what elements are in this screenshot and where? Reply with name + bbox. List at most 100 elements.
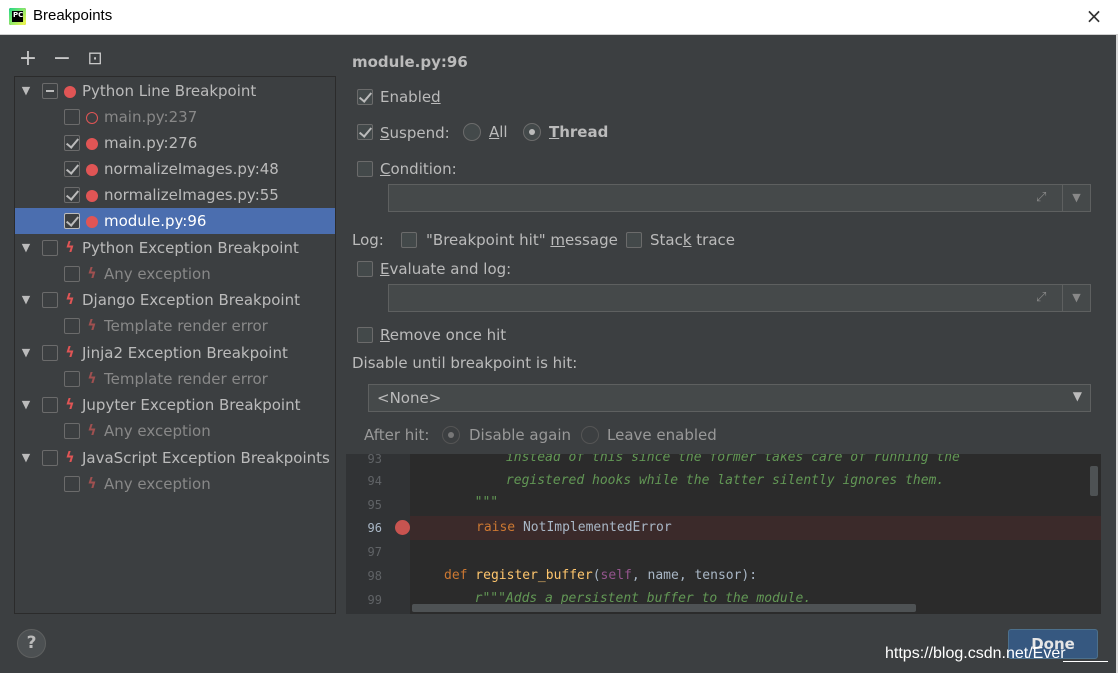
tree-item[interactable]: ϟ Any exception	[15, 471, 335, 497]
group-label: JavaScript Exception Breakpoints	[82, 449, 330, 467]
expand-editor-icon[interactable]: ⤢	[1036, 290, 1052, 306]
suspend-thread-label[interactable]: Thread	[549, 123, 608, 141]
suspend-checkbox[interactable]	[357, 124, 373, 140]
group-by-file-icon[interactable]: ⊡	[83, 47, 107, 71]
evaluate-log-label[interactable]: Evaluate and log:	[380, 260, 511, 278]
breakpoint-gutter-icon[interactable]	[395, 520, 410, 535]
condition-checkbox[interactable]	[357, 161, 373, 177]
tree-item[interactable]: ϟ Template render error	[15, 366, 335, 392]
horizontal-scrollbar[interactable]	[412, 604, 916, 612]
log-label: Log:	[352, 231, 384, 249]
remove-once-hit-checkbox[interactable]	[357, 327, 373, 343]
expand-triangle-icon[interactable]: ▼	[19, 78, 33, 104]
group-label: Jinja2 Exception Breakpoint	[82, 344, 288, 362]
group-checkbox[interactable]	[42, 240, 58, 256]
exception-bolt-icon: ϟ	[65, 345, 75, 361]
code-line: instead of this since the former takes c…	[412, 454, 960, 465]
code-preview-editor[interactable]: 93 94 95 96 97 98 99 instead of this sin…	[346, 454, 1101, 614]
expand-editor-icon[interactable]: ⤢	[1036, 190, 1052, 206]
expand-triangle-icon[interactable]: ▼	[19, 340, 33, 366]
disable-again-label[interactable]: Disable again	[469, 426, 571, 444]
group-checkbox[interactable]	[42, 397, 58, 413]
tree-item[interactable]: ϟ Any exception	[15, 418, 335, 444]
disabled-breakpoint-icon	[86, 112, 98, 124]
tree-group-jinja2-exception[interactable]: ▼ ϟ Jinja2 Exception Breakpoint	[15, 340, 335, 366]
enabled-checkbox[interactable]	[357, 89, 373, 105]
tree-item[interactable]: main.py:276	[15, 130, 335, 156]
item-checkbox[interactable]	[64, 135, 80, 151]
pycharm-app-icon: PC	[9, 8, 26, 25]
item-label: Template render error	[104, 317, 268, 335]
breakpoints-tree[interactable]: ▼ Python Line Breakpoint main.py:237 mai…	[14, 76, 336, 614]
item-checkbox[interactable]	[64, 423, 80, 439]
add-breakpoint-button[interactable]: +	[16, 47, 40, 71]
suspend-thread-radio[interactable]	[523, 123, 541, 141]
log-message-label[interactable]: "Breakpoint hit" message	[426, 231, 618, 249]
evaluate-log-input[interactable]: ⤢ ▼	[388, 284, 1091, 312]
line-breakpoint-icon	[86, 216, 98, 228]
expand-triangle-icon[interactable]: ▼	[19, 287, 33, 313]
item-label: normalizeImages.py:55	[104, 186, 279, 204]
item-checkbox[interactable]	[64, 476, 80, 492]
line-number: 93	[367, 454, 382, 466]
stack-trace-checkbox[interactable]	[626, 232, 642, 248]
enabled-label[interactable]: Enabled	[380, 88, 441, 106]
stack-trace-label[interactable]: Stack trace	[650, 231, 735, 249]
condition-label[interactable]: Condition:	[380, 160, 457, 178]
suspend-label[interactable]: Suspend:	[380, 124, 450, 142]
item-checkbox[interactable]	[64, 371, 80, 387]
code-line: registered hooks while the latter silent…	[412, 473, 945, 488]
exception-bolt-icon: ϟ	[65, 397, 75, 413]
tree-group-javascript-exception[interactable]: ▼ ϟ JavaScript Exception Breakpoints	[15, 445, 335, 471]
condition-input[interactable]: ⤢ ▼	[388, 184, 1091, 212]
tree-group-python-line[interactable]: ▼ Python Line Breakpoint	[15, 78, 335, 104]
expand-triangle-icon[interactable]: ▼	[19, 445, 33, 471]
tree-group-jupyter-exception[interactable]: ▼ ϟ Jupyter Exception Breakpoint	[15, 392, 335, 418]
remove-once-hit-label[interactable]: Remove once hit	[380, 326, 506, 344]
disable-until-select[interactable]: <None> ▼	[368, 384, 1091, 412]
tree-item-selected[interactable]: module.py:96	[15, 208, 335, 234]
tree-item[interactable]: ϟ Any exception	[15, 261, 335, 287]
item-checkbox[interactable]	[64, 109, 80, 125]
leave-enabled-radio[interactable]	[581, 426, 599, 444]
remove-breakpoint-button[interactable]: −	[50, 47, 74, 71]
suspend-all-radio[interactable]	[463, 123, 481, 141]
suspend-all-label[interactable]: All	[489, 123, 508, 141]
line-breakpoint-icon	[86, 164, 98, 176]
expand-triangle-icon[interactable]: ▼	[19, 392, 33, 418]
tree-group-django-exception[interactable]: ▼ ϟ Django Exception Breakpoint	[15, 287, 335, 313]
exception-bolt-icon: ϟ	[65, 292, 75, 308]
group-checkbox[interactable]	[42, 345, 58, 361]
group-checkbox[interactable]	[42, 292, 58, 308]
tree-item[interactable]: main.py:237	[15, 104, 335, 130]
item-label: main.py:276	[104, 134, 198, 152]
disable-again-radio[interactable]	[442, 426, 460, 444]
leave-enabled-label[interactable]: Leave enabled	[607, 426, 717, 444]
condition-history-dropdown[interactable]: ▼	[1062, 185, 1090, 211]
tree-group-python-exception[interactable]: ▼ ϟ Python Exception Breakpoint	[15, 235, 335, 261]
item-checkbox[interactable]	[64, 213, 80, 229]
help-button[interactable]: ?	[17, 629, 46, 658]
watermark-text: https://blog.csdn.net/Ever	[885, 645, 1066, 662]
item-label: Any exception	[104, 475, 211, 493]
item-checkbox[interactable]	[64, 266, 80, 282]
log-message-checkbox[interactable]	[401, 232, 417, 248]
evaluate-history-dropdown[interactable]: ▼	[1062, 285, 1090, 311]
line-number: 95	[367, 498, 382, 512]
after-hit-label: After hit:	[364, 426, 430, 444]
vertical-scrollbar[interactable]	[1090, 466, 1098, 496]
tree-item[interactable]: normalizeImages.py:55	[15, 182, 335, 208]
evaluate-log-checkbox[interactable]	[357, 261, 373, 277]
item-label: Any exception	[104, 265, 211, 283]
item-checkbox[interactable]	[64, 187, 80, 203]
tree-item[interactable]: ϟ Template render error	[15, 313, 335, 339]
item-checkbox[interactable]	[64, 161, 80, 177]
item-checkbox[interactable]	[64, 318, 80, 334]
tree-item[interactable]: normalizeImages.py:48	[15, 156, 335, 182]
exception-bolt-icon: ϟ	[87, 476, 97, 492]
group-checkbox[interactable]	[42, 83, 58, 99]
close-icon[interactable]: ×	[1084, 6, 1104, 26]
line-breakpoint-icon	[86, 190, 98, 202]
expand-triangle-icon[interactable]: ▼	[19, 235, 33, 261]
group-checkbox[interactable]	[42, 450, 58, 466]
